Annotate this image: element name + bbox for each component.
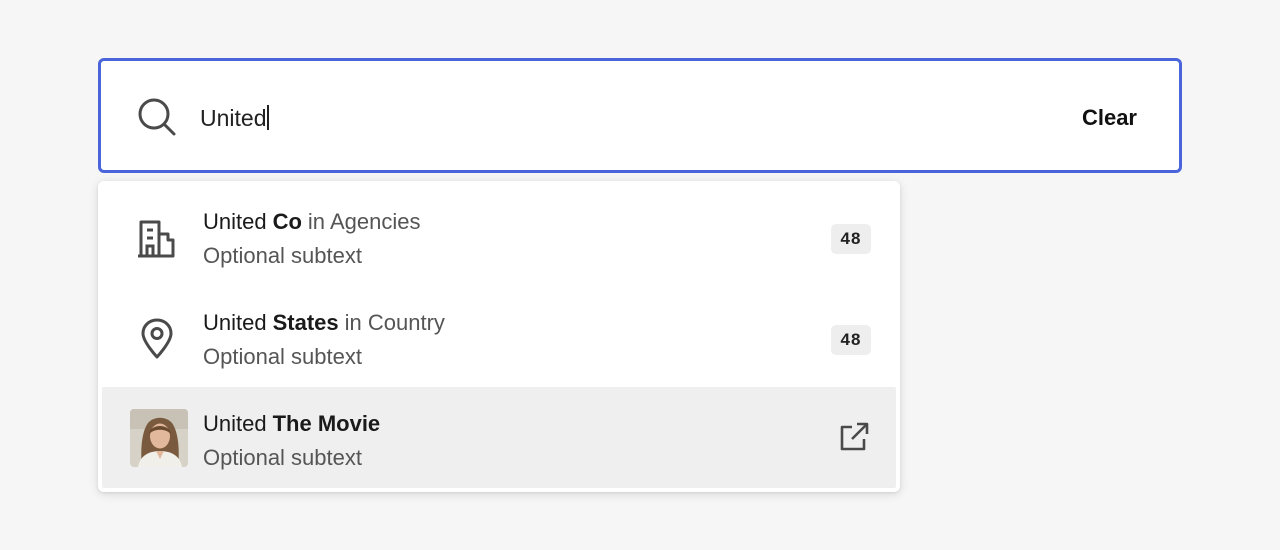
result-name-text: Co: [272, 209, 302, 234]
count-badge: 48: [831, 224, 871, 254]
avatar: [130, 409, 188, 467]
result-item-movie[interactable]: United The Movie Optional subtext: [102, 387, 896, 488]
count-badge: 48: [831, 325, 871, 355]
result-subtext: Optional subtext: [203, 445, 362, 470]
search-icon: [137, 97, 177, 137]
search-box[interactable]: United Clear: [98, 58, 1182, 173]
search-input-value: United: [200, 105, 267, 131]
external-link-icon[interactable]: [838, 421, 870, 453]
clear-button[interactable]: Clear: [1082, 103, 1137, 133]
result-name-text: The Movie: [272, 411, 381, 436]
result-title: United Co in Agencies: [203, 207, 420, 237]
result-match-text: United: [203, 310, 267, 335]
result-title: United States in Country: [203, 308, 445, 338]
result-item-country[interactable]: United States in Country Optional subtext …: [102, 286, 896, 387]
result-match-text: United: [203, 411, 267, 436]
map-pin-icon: [136, 318, 178, 360]
text-caret: [267, 105, 270, 130]
result-subtext: Optional subtext: [203, 344, 362, 369]
building-icon: [136, 217, 178, 259]
result-category-text: in Agencies: [307, 209, 421, 234]
result-item-agency[interactable]: United Co in Agencies Optional subtext 48: [102, 185, 896, 286]
result-match-text: United: [203, 209, 267, 234]
result-category-text: in Country: [344, 310, 445, 335]
result-name-text: States: [272, 310, 339, 335]
search-input[interactable]: United: [200, 103, 270, 133]
result-subtext: Optional subtext: [203, 243, 362, 268]
result-title: United The Movie: [203, 409, 380, 439]
results-dropdown: United Co in Agencies Optional subtext 48 …: [98, 181, 900, 492]
